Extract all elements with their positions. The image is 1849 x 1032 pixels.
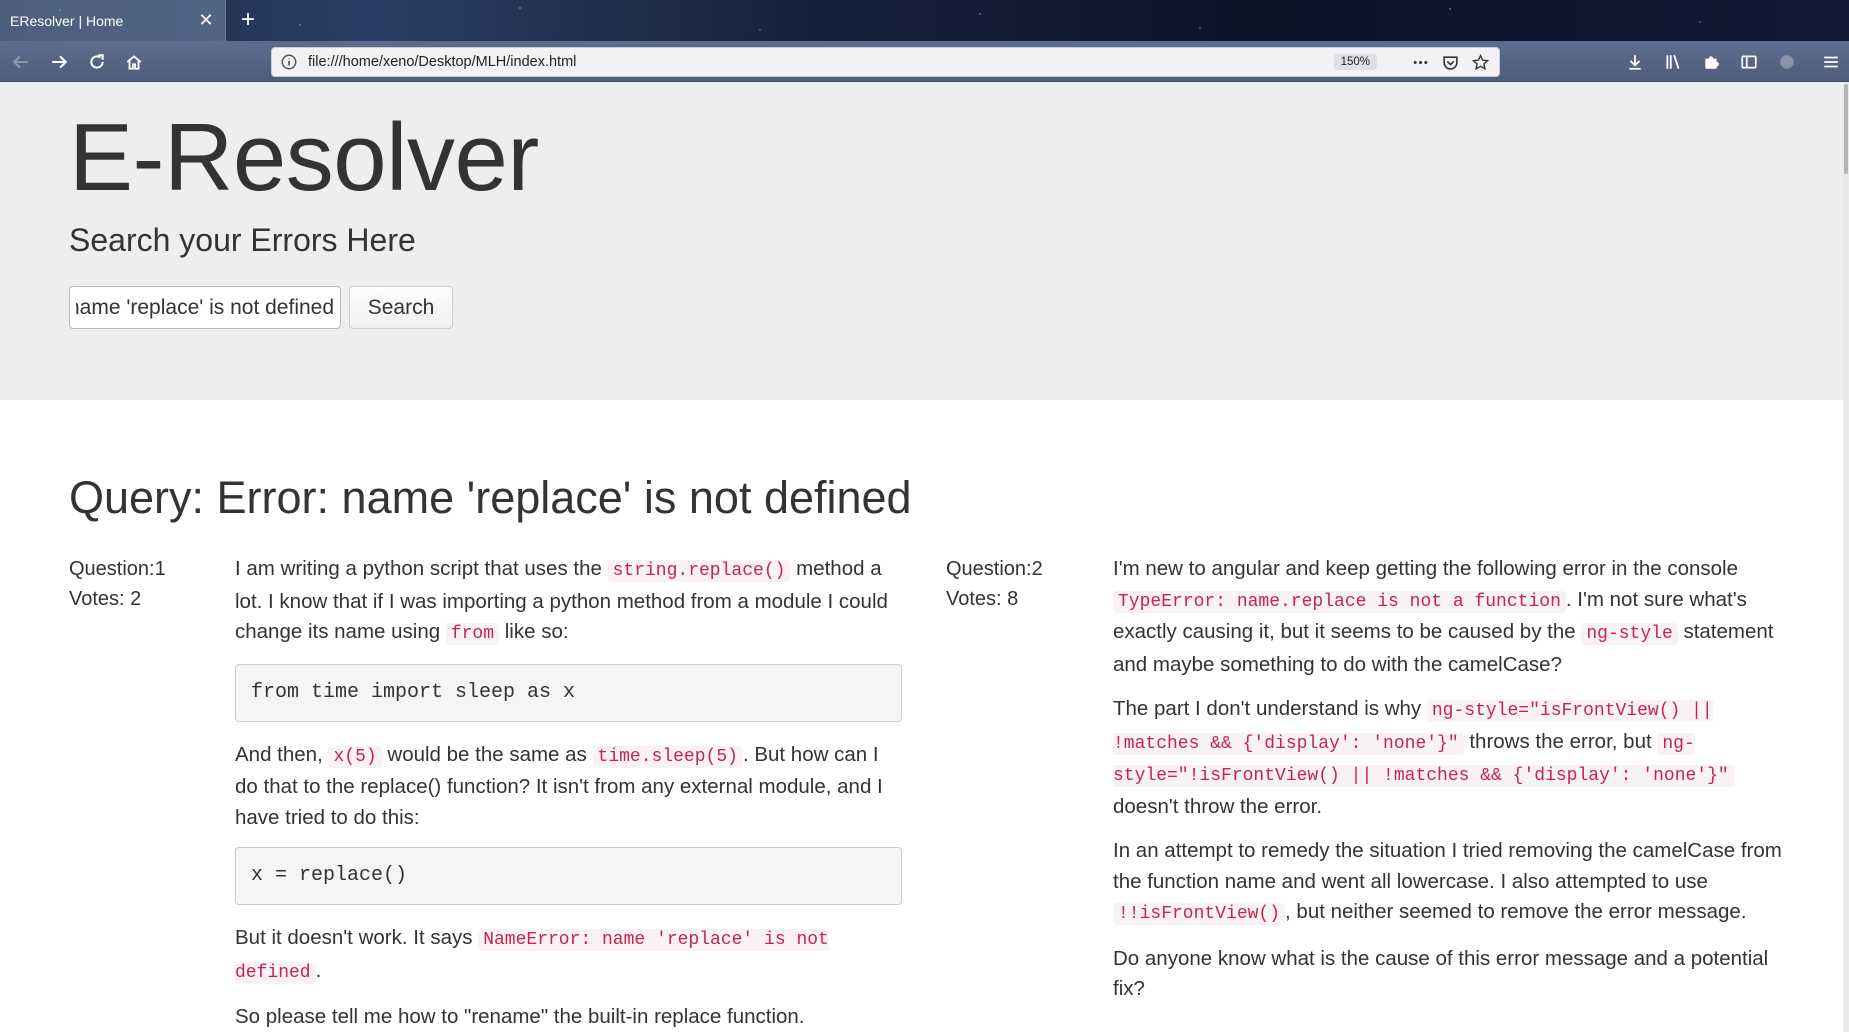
site-info-icon[interactable] (280, 53, 298, 71)
vote-count: Votes: 8 (946, 588, 1019, 610)
navigation-toolbar: file:///home/xeno/Desktop/MLH/index.html… (0, 41, 1849, 82)
inline-code: !!isFrontView() (1113, 903, 1286, 925)
home-icon[interactable] (119, 47, 149, 77)
query-heading: Query: Error: name 'replace' is not defi… (69, 472, 912, 523)
question-number: Question:1 (69, 558, 166, 580)
sidebar-toggle-icon[interactable] (1734, 47, 1764, 77)
address-bar[interactable]: file:///home/xeno/Desktop/MLH/index.html… (271, 47, 1500, 77)
forward-icon[interactable] (44, 47, 74, 77)
question-body: I'm new to angular and keep getting the … (1113, 554, 1785, 1019)
extensions-icon[interactable] (1696, 47, 1726, 77)
inline-code: time.sleep(5) (592, 745, 743, 768)
pocket-icon[interactable] (1439, 51, 1461, 73)
url-text[interactable]: file:///home/xeno/Desktop/MLH/index.html (308, 54, 1334, 70)
code-block: from time import sleep as x (235, 663, 902, 722)
question-paragraph: But it doesn't work. It says NameError: … (235, 926, 829, 984)
code-block: x = replace() (235, 847, 902, 905)
question-paragraph: I'm new to angular and keep getting the … (1113, 557, 1774, 676)
page-scrollbar[interactable] (1843, 82, 1849, 1032)
inline-code: TypeError: name.replace is not a functio… (1113, 590, 1566, 613)
menu-icon[interactable] (1816, 47, 1846, 77)
bookmark-star-icon[interactable] (1469, 51, 1491, 73)
question-paragraph: And then, x(5) would be the same as time… (235, 742, 883, 829)
question-body: I am writing a python script that uses t… (235, 554, 902, 1032)
question-meta: Question:2 Votes: 8 (946, 554, 1043, 614)
question-paragraph: So please tell me how to "rename" the bu… (235, 1005, 805, 1028)
question-paragraph: The part I don't understand is why ng-st… (1113, 694, 1785, 822)
browser-tab[interactable]: EResolver | Home ✕ (0, 0, 226, 41)
hero-section: E-Resolver Search your Errors Here Searc… (0, 82, 1843, 400)
vote-count: Votes: 2 (69, 588, 142, 610)
inline-code: ng-style (1581, 623, 1678, 645)
library-icon[interactable] (1658, 47, 1688, 77)
new-tab-icon[interactable]: + (234, 6, 262, 34)
back-icon[interactable] (6, 47, 36, 77)
question-meta: Question:1 Votes: 2 (69, 554, 166, 614)
zoom-level-badge[interactable]: 150% (1333, 54, 1377, 70)
tab-bar: EResolver | Home ✕ + (0, 0, 1849, 41)
search-input[interactable] (69, 286, 341, 329)
downloads-icon[interactable] (1620, 47, 1650, 77)
account-icon[interactable] (1772, 47, 1802, 77)
page-actions-icon[interactable] (1409, 51, 1431, 73)
question-paragraph: I am writing a python script that uses t… (235, 557, 888, 645)
site-title: E-Resolver (69, 104, 539, 211)
question-paragraph: In an attempt to remedy the situation I … (1113, 839, 1782, 925)
search-button[interactable]: Search (349, 286, 453, 329)
inline-code: string.replace() (607, 560, 791, 582)
close-tab-icon[interactable]: ✕ (197, 10, 215, 31)
scrollbar-thumb[interactable] (1844, 84, 1848, 174)
inline-code: from (445, 623, 500, 645)
tab-title: EResolver | Home (10, 12, 124, 29)
reload-icon[interactable] (82, 47, 112, 77)
question-number: Question:2 (946, 558, 1043, 580)
question-paragraph: Do anyone know what is the cause of this… (1113, 946, 1769, 1001)
site-subtitle: Search your Errors Here (69, 222, 416, 258)
inline-code: x(5) (328, 745, 382, 768)
